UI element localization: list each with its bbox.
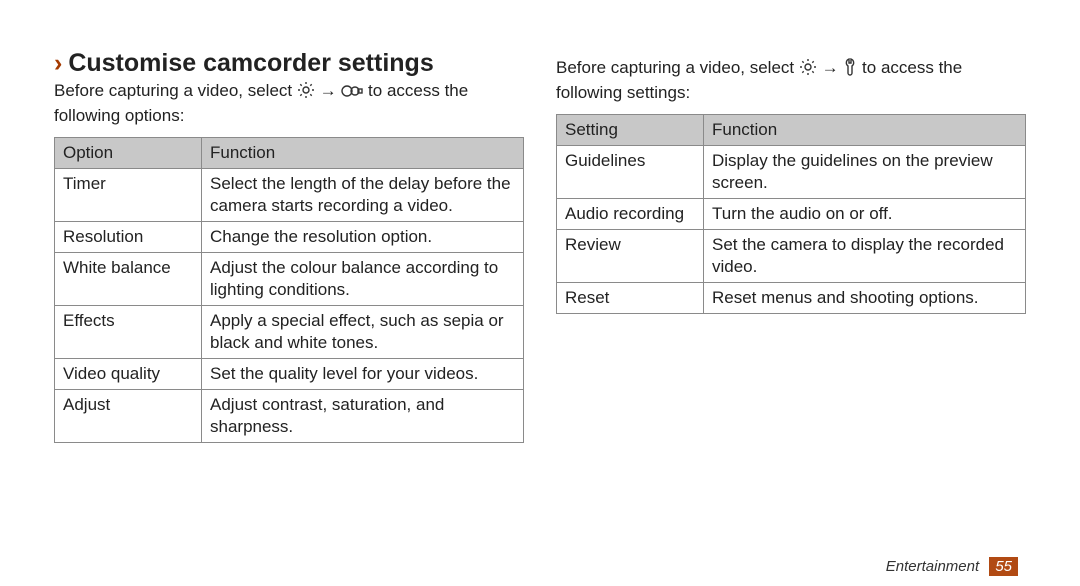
table-row: ResetReset menus and shooting options. xyxy=(557,283,1026,314)
table-row: AdjustAdjust contrast, saturation, and s… xyxy=(55,390,524,443)
table-row: EffectsApply a special effect, such as s… xyxy=(55,306,524,359)
function-cell: Adjust the colour balance according to l… xyxy=(202,253,524,306)
intro-right-pre: Before capturing a video, select xyxy=(556,58,799,77)
table-row: Audio recordingTurn the audio on or off. xyxy=(557,199,1026,230)
footer-page-number: 55 xyxy=(989,557,1018,576)
settings-head-1: Function xyxy=(704,115,1026,146)
options-table: Option Function TimerSelect the length o… xyxy=(54,137,524,443)
page-footer: Entertainment 55 xyxy=(886,557,1018,576)
option-cell: Timer xyxy=(55,169,202,222)
option-cell: Resolution xyxy=(55,222,202,253)
intro-right: Before capturing a video, select → to ac… xyxy=(556,57,1026,104)
table-row: TimerSelect the length of the delay befo… xyxy=(55,169,524,222)
table-row: ReviewSet the camera to display the reco… xyxy=(557,230,1026,283)
option-cell: White balance xyxy=(55,253,202,306)
arrow-text: → xyxy=(817,58,843,77)
table-row: Video qualitySet the quality level for y… xyxy=(55,359,524,390)
function-cell: Change the resolution option. xyxy=(202,222,524,253)
gear-icon xyxy=(799,58,817,82)
table-header-row: Setting Function xyxy=(557,115,1026,146)
heading-text: Customise camcorder settings xyxy=(68,49,433,77)
settings-table: Setting Function GuidelinesDisplay the g… xyxy=(556,114,1026,314)
option-cell: Video quality xyxy=(55,359,202,390)
camcorder-icon xyxy=(341,83,363,105)
chevron-right-icon: › xyxy=(54,49,62,77)
table-row: ResolutionChange the resolution option. xyxy=(55,222,524,253)
setting-cell: Audio recording xyxy=(557,199,704,230)
intro-left: Before capturing a video, select → to ac… xyxy=(54,80,524,127)
table-row: White balanceAdjust the colour balance a… xyxy=(55,253,524,306)
setting-cell: Reset xyxy=(557,283,704,314)
gear-icon xyxy=(297,81,315,105)
options-head-0: Option xyxy=(55,138,202,169)
setting-cell: Guidelines xyxy=(557,146,704,199)
function-cell: Apply a special effect, such as sepia or… xyxy=(202,306,524,359)
function-cell: Select the length of the delay before th… xyxy=(202,169,524,222)
function-cell: Adjust contrast, saturation, and sharpne… xyxy=(202,390,524,443)
settings-head-0: Setting xyxy=(557,115,704,146)
function-cell: Set the quality level for your videos. xyxy=(202,359,524,390)
table-header-row: Option Function xyxy=(55,138,524,169)
function-cell: Turn the audio on or off. xyxy=(704,199,1026,230)
footer-section: Entertainment xyxy=(886,558,979,575)
options-head-1: Function xyxy=(202,138,524,169)
function-cell: Display the guidelines on the preview sc… xyxy=(704,146,1026,199)
function-cell: Set the camera to display the recorded v… xyxy=(704,230,1026,283)
option-cell: Effects xyxy=(55,306,202,359)
table-row: GuidelinesDisplay the guidelines on the … xyxy=(557,146,1026,199)
section-heading: ›Customise camcorder settings xyxy=(54,49,524,78)
option-cell: Adjust xyxy=(55,390,202,443)
arrow-text: → xyxy=(315,81,341,100)
wrench-icon xyxy=(843,58,857,82)
function-cell: Reset menus and shooting options. xyxy=(704,283,1026,314)
setting-cell: Review xyxy=(557,230,704,283)
intro-left-pre: Before capturing a video, select xyxy=(54,81,297,100)
